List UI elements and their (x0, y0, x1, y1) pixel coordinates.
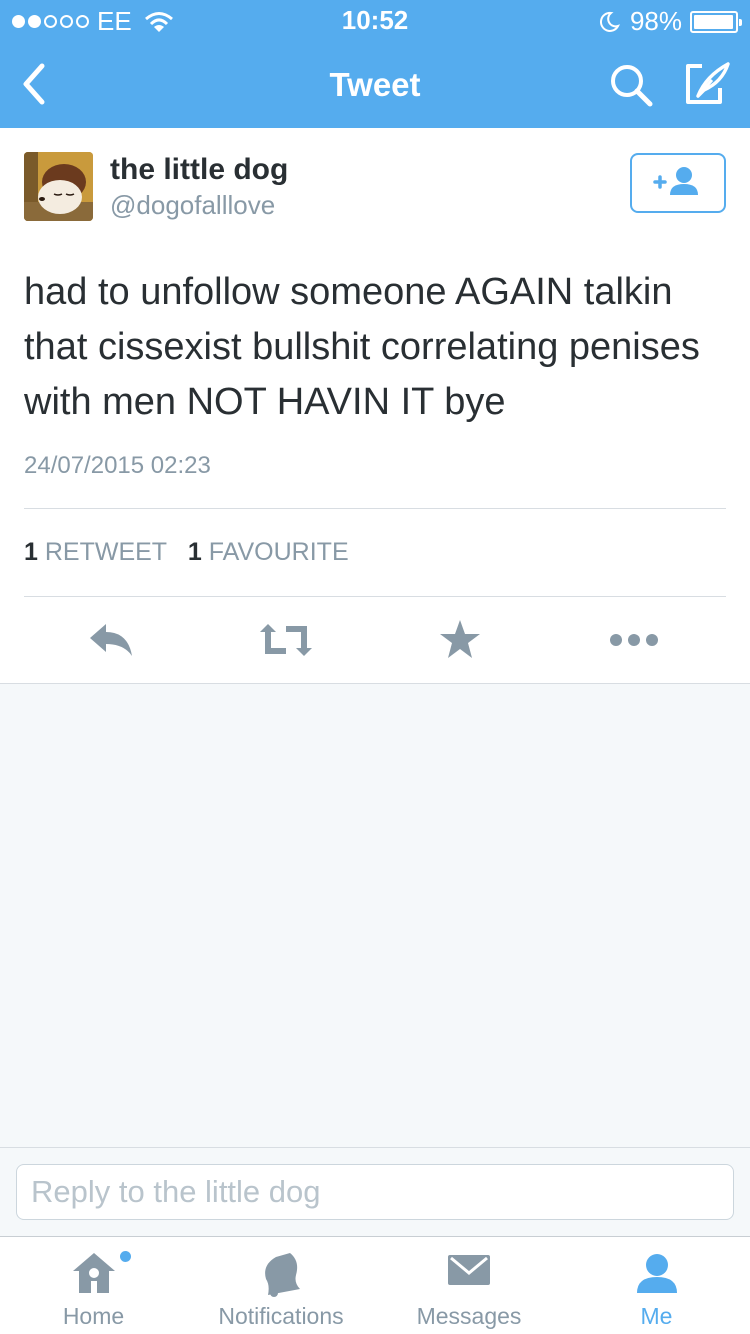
author-handle[interactable]: @dogofalllove (110, 190, 275, 221)
tab-bar: Home Notifications Messages Me (0, 1236, 750, 1334)
bell-icon (265, 1253, 300, 1297)
retweet-count: 1 (24, 538, 38, 566)
reply-icon[interactable] (84, 618, 144, 662)
tab-home[interactable]: Home (0, 1237, 187, 1334)
status-right: 98% (598, 6, 742, 37)
avatar[interactable] (24, 152, 93, 221)
favourite-star-icon[interactable] (430, 618, 490, 662)
person-icon (636, 1254, 677, 1293)
retweet-label: RETWEET (44, 538, 168, 566)
favourite-count: 1 (187, 538, 202, 566)
retweets-stat[interactable]: 1 RETWEET (24, 538, 167, 566)
nav-bar: Tweet (0, 40, 750, 128)
reply-bar (0, 1147, 750, 1236)
home-icon (72, 1253, 115, 1293)
battery-percent: 98% (629, 6, 682, 36)
follow-button[interactable] (630, 153, 726, 213)
more-icon[interactable] (604, 618, 664, 662)
tab-me[interactable]: Me (563, 1237, 750, 1334)
tweet-detail-screen: EE 10:52 98% Tweet the little dog @dogof… (0, 0, 750, 1334)
author-name[interactable]: the little dog (110, 153, 288, 187)
tab-notifications[interactable]: Notifications (187, 1237, 375, 1334)
tab-messages[interactable]: Messages (375, 1237, 563, 1334)
search-icon[interactable] (606, 60, 658, 112)
retweet-icon[interactable] (256, 618, 316, 662)
favourite-label: FAVOURITE (208, 538, 349, 566)
status-bar: EE 10:52 98% (0, 0, 750, 40)
tab-me-label: Me (640, 1303, 673, 1329)
tweet-stats: 1 RETWEET 1 FAVOURITE (24, 538, 349, 567)
reply-input[interactable] (16, 1164, 734, 1220)
add-user-icon (653, 167, 698, 195)
tweet-timestamp: 24/07/2015 02:23 (24, 452, 211, 479)
battery-fill (694, 14, 734, 29)
top-bar: EE 10:52 98% Tweet (0, 0, 750, 128)
moon-icon (599, 11, 620, 32)
envelope-icon (448, 1255, 490, 1285)
favourites-stat[interactable]: 1 FAVOURITE (188, 538, 349, 566)
tab-notifications-label: Notifications (218, 1303, 344, 1329)
tab-messages-label: Messages (416, 1303, 522, 1329)
tweet-card: the little dog @dogofalllove had to unfo… (0, 128, 750, 684)
divider (24, 508, 726, 509)
battery-icon (690, 10, 742, 33)
home-unread-dot (120, 1251, 131, 1262)
compose-icon[interactable] (682, 58, 732, 110)
divider (24, 596, 726, 597)
tab-home-label: Home (62, 1303, 125, 1329)
tweet-text: had to unfollow someone AGAIN talkin tha… (24, 271, 700, 423)
